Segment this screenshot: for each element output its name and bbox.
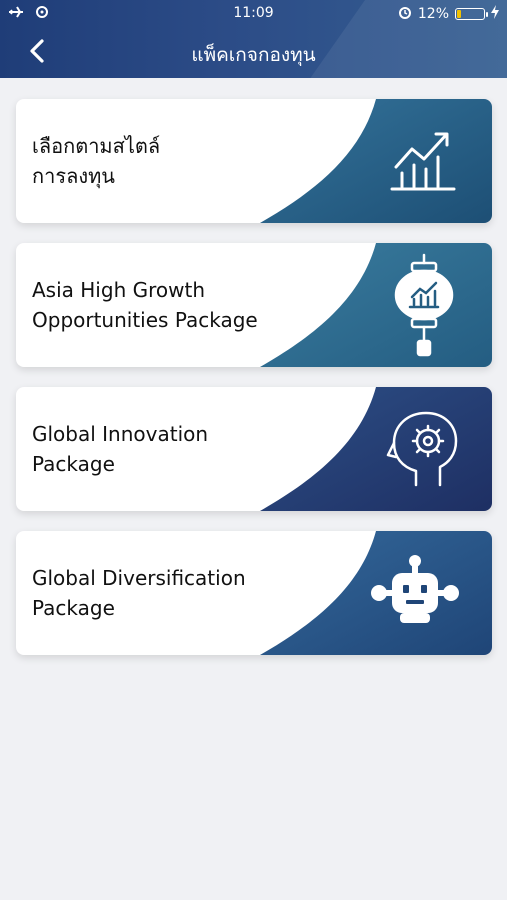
status-bar: 11:09 12%	[0, 0, 507, 28]
charging-icon	[491, 5, 499, 23]
card-label: Global Diversification Package	[32, 566, 246, 620]
card-label: เลือกตามสไตล์ การลงทุน	[32, 134, 161, 188]
battery-icon	[455, 8, 488, 20]
package-card-asia-high-growth[interactable]: Asia High Growth Opportunities Package	[16, 243, 492, 367]
battery-percent: 12%	[417, 6, 449, 22]
page-title: แพ็คเกจกองทุน	[191, 44, 316, 66]
package-card-investment-style[interactable]: เลือกตามสไตล์ การลงทุน	[16, 99, 492, 223]
package-card-global-innovation[interactable]: Global Innovation Package	[16, 387, 492, 511]
package-card-global-diversification[interactable]: Global Diversification Package	[16, 531, 492, 655]
head-gear-icon	[386, 411, 458, 487]
robot-icon	[371, 555, 459, 623]
lantern-chart-icon	[394, 253, 454, 357]
card-label: Global Innovation Package	[32, 422, 209, 476]
package-list: เลือกตามสไตล์ การลงทุน Asia High Growth …	[16, 99, 492, 675]
bar-chart-trend-icon	[390, 132, 456, 191]
alarm-icon	[398, 5, 412, 23]
card-label: Asia High Growth Opportunities Package	[32, 278, 258, 332]
